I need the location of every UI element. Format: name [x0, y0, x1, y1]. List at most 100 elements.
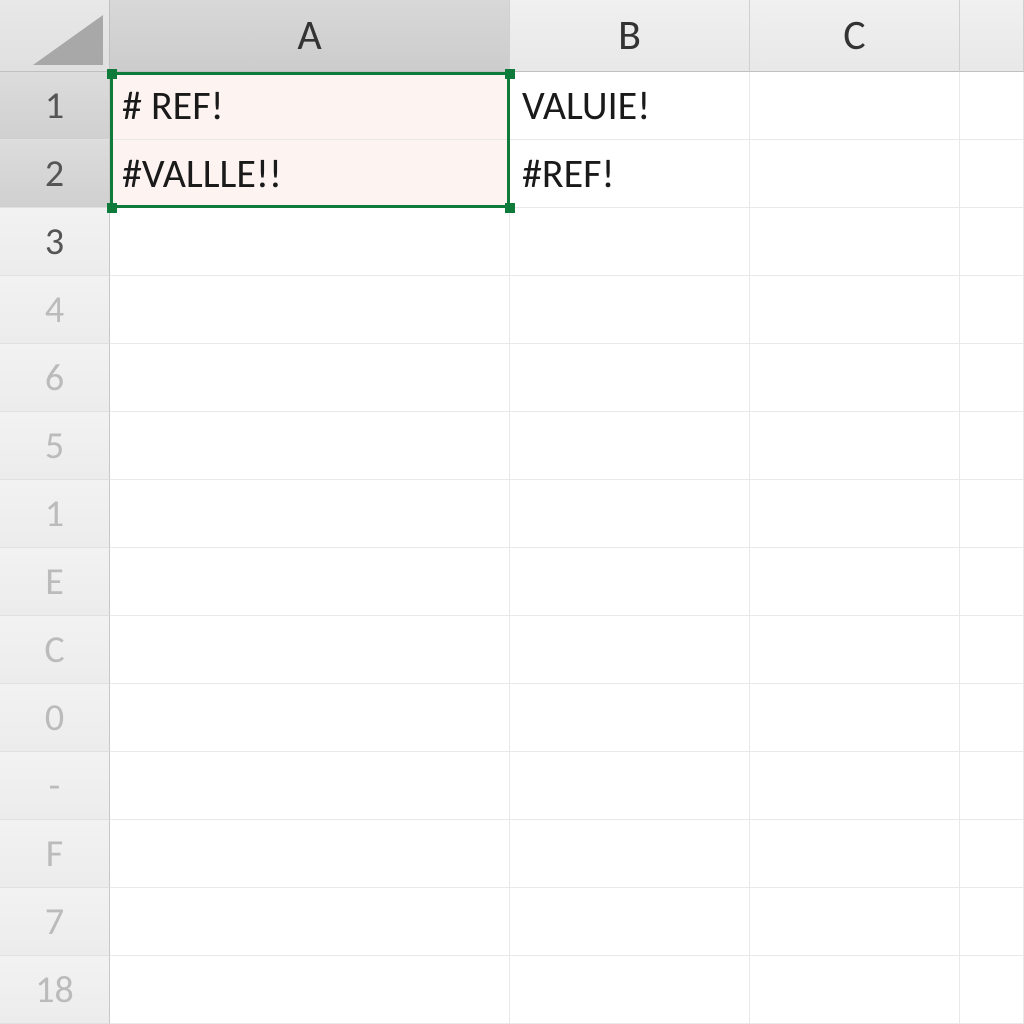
cell-a6[interactable] [110, 412, 510, 480]
row-header-3[interactable]: 3 [0, 208, 110, 276]
cell-a7[interactable] [110, 480, 510, 548]
cell-b4[interactable] [510, 276, 750, 344]
cell-d8[interactable] [960, 548, 1024, 616]
cell-d7[interactable] [960, 480, 1024, 548]
row-label: C [44, 627, 64, 673]
cell-a3[interactable] [110, 208, 510, 276]
cell-c10[interactable] [750, 684, 960, 752]
cell-a10[interactable] [110, 684, 510, 752]
column-header-a[interactable]: A [110, 0, 510, 72]
cell-value: #VALLLE!! [122, 149, 282, 198]
row-label: 5 [45, 423, 64, 469]
cell-d5[interactable] [960, 344, 1024, 412]
cell-b3[interactable] [510, 208, 750, 276]
cell-b7[interactable] [510, 480, 750, 548]
cell-d10[interactable] [960, 684, 1024, 752]
column-label: C [843, 10, 865, 61]
cell-c11[interactable] [750, 752, 960, 820]
cell-value: # REF! [122, 81, 224, 130]
cell-c9[interactable] [750, 616, 960, 684]
cell-b10[interactable] [510, 684, 750, 752]
cell-b2[interactable]: #REF! [510, 140, 750, 208]
cell-b5[interactable] [510, 344, 750, 412]
cell-d1[interactable] [960, 72, 1024, 140]
selection-handle-bottom-right[interactable] [505, 203, 515, 213]
column-label: B [618, 10, 641, 61]
cell-c5[interactable] [750, 344, 960, 412]
row-label: 7 [45, 899, 64, 945]
row-header-5[interactable]: 6 [0, 344, 110, 412]
cell-b14[interactable] [510, 956, 750, 1024]
row-header-14[interactable]: 18 [0, 956, 110, 1024]
cell-a5[interactable] [110, 344, 510, 412]
cell-b1[interactable]: VALUIE! [510, 72, 750, 140]
cell-c8[interactable] [750, 548, 960, 616]
row-label: 2 [45, 151, 64, 197]
cell-c14[interactable] [750, 956, 960, 1024]
row-label: 6 [45, 355, 64, 401]
cell-c2[interactable] [750, 140, 960, 208]
row-label: 1 [45, 83, 64, 129]
row-header-1[interactable]: 1 [0, 72, 110, 140]
column-label: A [297, 10, 321, 61]
row-header-9[interactable]: C [0, 616, 110, 684]
row-label: 1 [45, 491, 64, 537]
cell-b8[interactable] [510, 548, 750, 616]
cell-c7[interactable] [750, 480, 960, 548]
cell-d2[interactable] [960, 140, 1024, 208]
cell-d12[interactable] [960, 820, 1024, 888]
cell-d14[interactable] [960, 956, 1024, 1024]
selection-handle-top-left[interactable] [107, 69, 117, 79]
row-header-11[interactable]: - [0, 752, 110, 820]
row-label: 18 [35, 967, 74, 1013]
select-all-triangle-icon [33, 15, 103, 65]
column-header-b[interactable]: B [510, 0, 750, 72]
cell-c1[interactable] [750, 72, 960, 140]
cell-c13[interactable] [750, 888, 960, 956]
cell-d3[interactable] [960, 208, 1024, 276]
cell-b11[interactable] [510, 752, 750, 820]
cell-d6[interactable] [960, 412, 1024, 480]
row-label: 0 [45, 695, 64, 741]
row-header-13[interactable]: 7 [0, 888, 110, 956]
cell-b6[interactable] [510, 412, 750, 480]
select-all-corner[interactable] [0, 0, 110, 72]
cell-d4[interactable] [960, 276, 1024, 344]
cell-a1[interactable]: # REF! [110, 72, 510, 140]
row-label: E [45, 559, 64, 605]
cell-value: VALUIE! [522, 81, 650, 130]
row-header-7[interactable]: 1 [0, 480, 110, 548]
cell-a2[interactable]: #VALLLE!! [110, 140, 510, 208]
cell-c3[interactable] [750, 208, 960, 276]
row-header-6[interactable]: 5 [0, 412, 110, 480]
cell-a11[interactable] [110, 752, 510, 820]
row-label: - [49, 763, 61, 809]
row-label: F [46, 831, 63, 877]
row-header-10[interactable]: 0 [0, 684, 110, 752]
row-header-4[interactable]: 4 [0, 276, 110, 344]
cell-d9[interactable] [960, 616, 1024, 684]
spreadsheet-grid: A B C 1 # REF! VALUIE! 2 #VALLLE!! #REF!… [0, 0, 1024, 1024]
row-label: 3 [45, 219, 64, 265]
cell-b12[interactable] [510, 820, 750, 888]
cell-a8[interactable] [110, 548, 510, 616]
cell-a14[interactable] [110, 956, 510, 1024]
column-header-d[interactable] [960, 0, 1024, 72]
cell-d13[interactable] [960, 888, 1024, 956]
column-header-c[interactable]: C [750, 0, 960, 72]
cell-d11[interactable] [960, 752, 1024, 820]
cell-b9[interactable] [510, 616, 750, 684]
cell-c4[interactable] [750, 276, 960, 344]
cell-b13[interactable] [510, 888, 750, 956]
cell-a13[interactable] [110, 888, 510, 956]
row-header-12[interactable]: F [0, 820, 110, 888]
cell-c6[interactable] [750, 412, 960, 480]
cell-c12[interactable] [750, 820, 960, 888]
cell-a9[interactable] [110, 616, 510, 684]
row-header-8[interactable]: E [0, 548, 110, 616]
row-header-2[interactable]: 2 [0, 140, 110, 208]
selection-handle-top-right[interactable] [505, 69, 515, 79]
cell-a12[interactable] [110, 820, 510, 888]
selection-handle-bottom-left[interactable] [107, 203, 117, 213]
cell-a4[interactable] [110, 276, 510, 344]
